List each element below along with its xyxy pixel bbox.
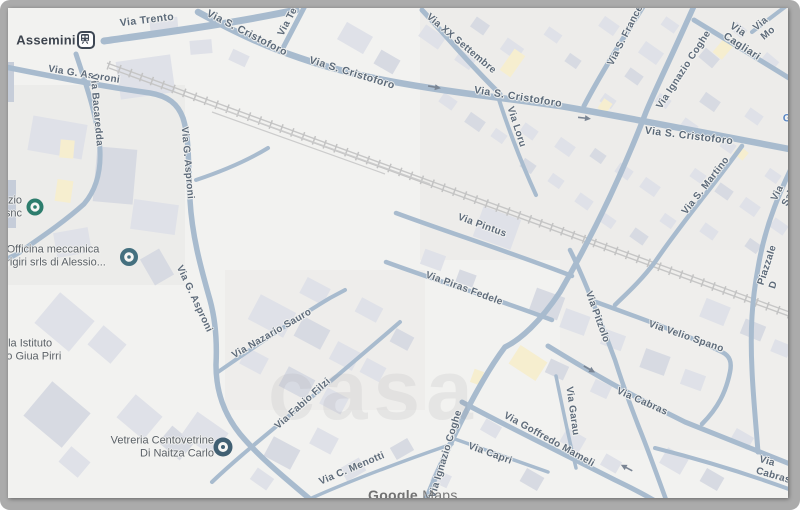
poi-label-nazio[interactable]: nazio snc — [8, 194, 22, 219]
map-viewport[interactable]: casa Via TrentoVia S. CristoforoVia S. C… — [8, 8, 788, 498]
town-label-assemini[interactable]: Assemini — [16, 34, 75, 49]
building — [130, 199, 179, 235]
partial-place-label[interactable]: G — [783, 113, 788, 126]
building — [600, 453, 622, 473]
poi-label-officina-meccanica[interactable]: Officina meccanica origiri srls di Aless… — [8, 243, 121, 268]
building — [700, 468, 725, 491]
building — [373, 50, 400, 75]
road-asproni-spur — [196, 148, 268, 180]
poi-dot-vetreria[interactable] — [214, 438, 233, 457]
building — [250, 468, 274, 491]
poi-dot-green[interactable] — [27, 199, 44, 216]
poi-label-vetreria-centovetrine[interactable]: Vetreria Centovetrine Di Naitza Carlo — [94, 434, 214, 459]
one-way-arrow — [619, 462, 633, 473]
building — [228, 49, 249, 67]
building — [189, 39, 212, 55]
building — [87, 325, 126, 363]
train-station-icon[interactable] — [77, 31, 95, 49]
building — [520, 468, 545, 491]
google-maps-attribution[interactable]: Google Maps — [368, 487, 458, 498]
building — [116, 394, 162, 439]
building — [23, 381, 90, 448]
poi-dot-officina[interactable] — [120, 248, 138, 266]
building — [337, 22, 373, 54]
poi-label-uola-istituto[interactable]: uola Istituto cnico Giua Pirri — [8, 337, 77, 362]
google-wordmark: Google — [368, 487, 418, 498]
building — [58, 446, 90, 477]
building — [55, 179, 74, 203]
building — [390, 438, 414, 460]
train-glyph — [79, 33, 91, 45]
maps-wordmark: Maps — [422, 487, 457, 498]
map-screenshot: casa Via TrentoVia S. CristoforoVia S. C… — [0, 0, 800, 510]
building — [59, 139, 75, 158]
map-canvas[interactable]: casa Via TrentoVia S. CristoforoVia S. C… — [8, 8, 788, 498]
